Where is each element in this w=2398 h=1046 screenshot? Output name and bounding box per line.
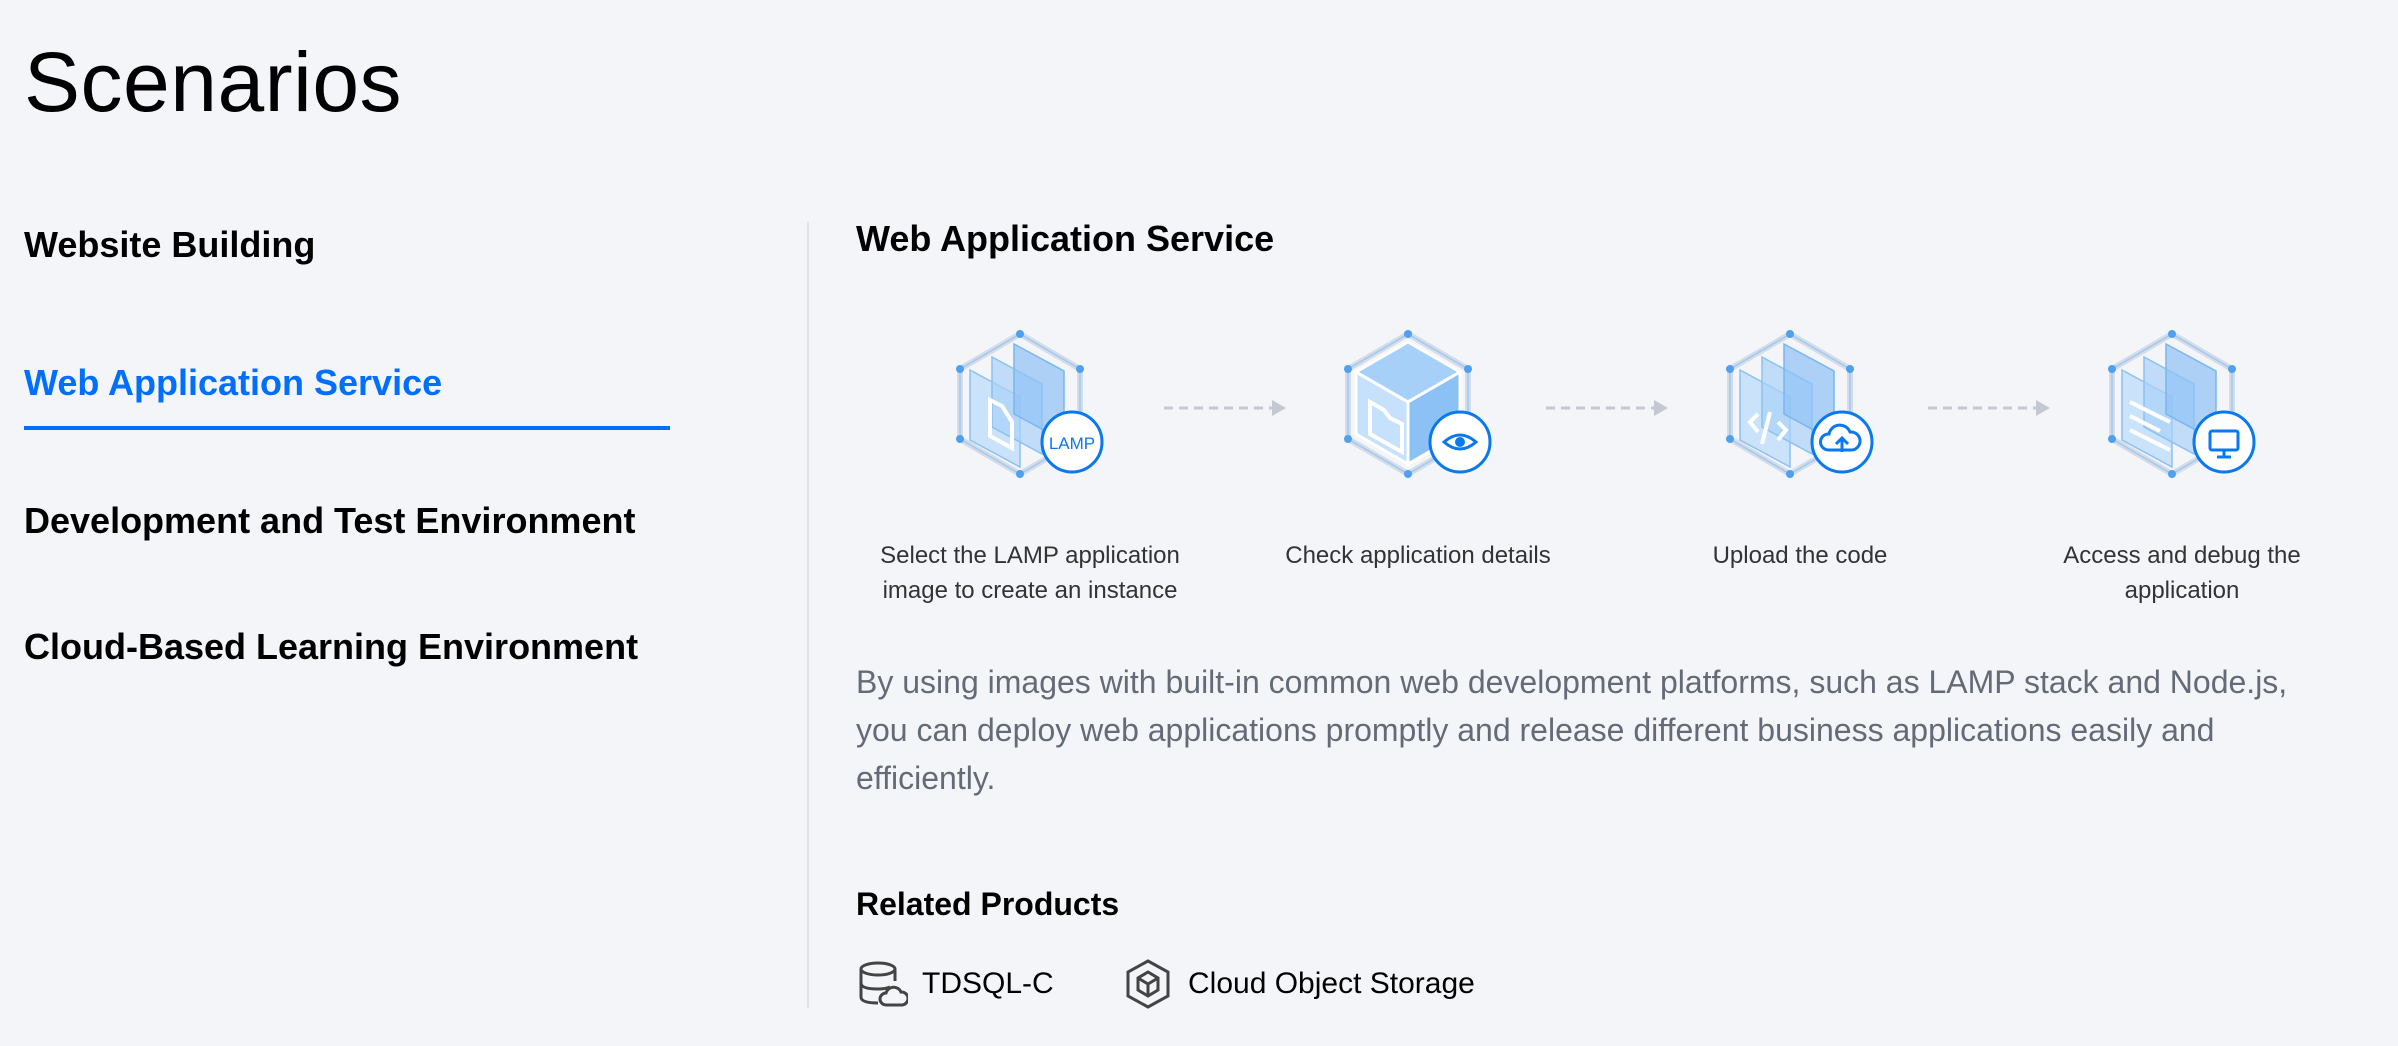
- product-link-tdsql-c[interactable]: TDSQL-C: [856, 956, 1054, 1012]
- step-label: Select the LAMP application image to cre…: [880, 542, 1180, 604]
- step-label: Upload the code: [1712, 542, 1888, 569]
- database-cloud-icon: [859, 961, 908, 1007]
- related-products-title: Related Products: [856, 886, 1120, 922]
- step-select-lamp-image: LAMP Select the LAMP application image t…: [860, 302, 1200, 608]
- step-label: Check application details: [1285, 542, 1551, 569]
- eye-cube-icon: [1344, 330, 1492, 478]
- page-title: Scenarios: [24, 35, 403, 129]
- vertical-divider: [807, 222, 809, 1008]
- monitor-cube-icon: [2108, 330, 2256, 478]
- svg-text:LAMP: LAMP: [1049, 434, 1095, 453]
- product-link-cloud-object-storage[interactable]: Cloud Object Storage: [1122, 956, 1475, 1012]
- cloud-upload-cube-icon: [1726, 330, 1874, 478]
- step-upload-the-code: Upload the code: [1630, 302, 1970, 573]
- tab-cloud-based-learning-environment[interactable]: Cloud-Based Learning Environment: [24, 626, 670, 668]
- step-access-and-debug: Access and debug the application: [2012, 302, 2352, 608]
- storage-box-icon: [1126, 959, 1170, 1009]
- tab-development-and-test-environment[interactable]: Development and Test Environment: [24, 500, 670, 542]
- step-label: Access and debug the application: [2063, 542, 2301, 604]
- tab-web-application-service[interactable]: Web Application Service: [24, 362, 670, 404]
- active-tab-underline: [24, 426, 670, 430]
- lamp-cube-icon: LAMP: [956, 330, 1104, 478]
- product-label: TDSQL-C: [922, 967, 1054, 1000]
- panel-title: Web Application Service: [856, 218, 1275, 259]
- tab-website-building[interactable]: Website Building: [24, 224, 670, 266]
- step-check-application-details: Check application details: [1248, 302, 1588, 573]
- scenario-description: By using images with built-in common web…: [856, 664, 2288, 796]
- product-label: Cloud Object Storage: [1188, 967, 1475, 1000]
